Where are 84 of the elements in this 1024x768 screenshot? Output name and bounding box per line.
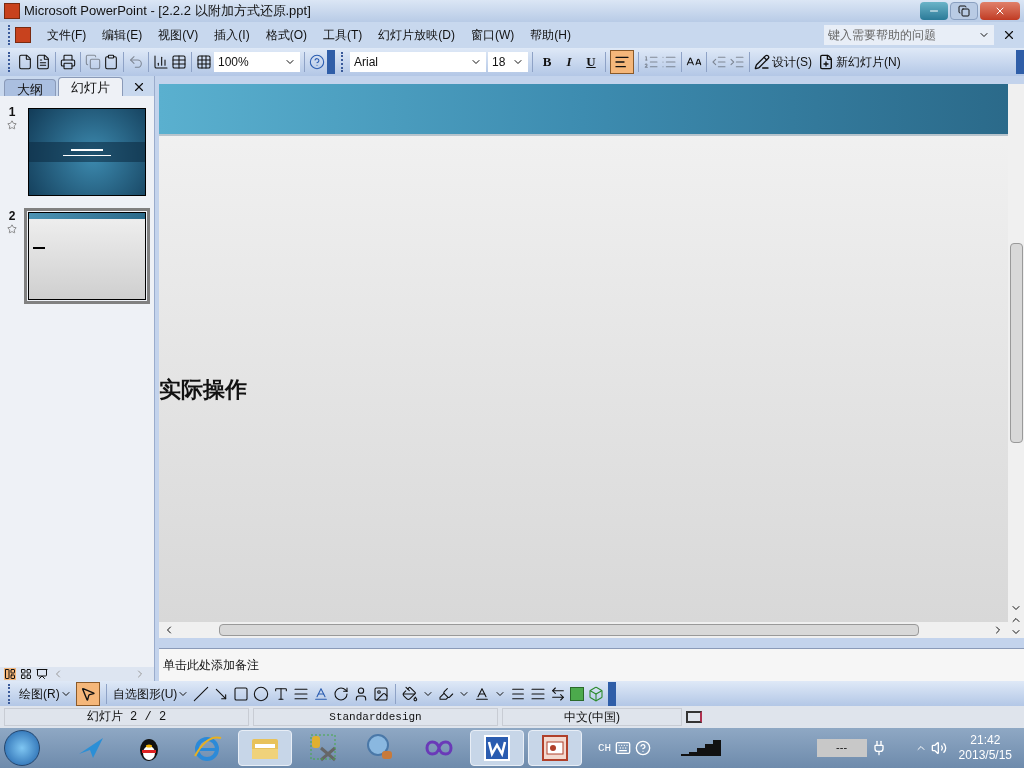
menu-item[interactable]: 幻灯片放映(D) xyxy=(370,26,463,44)
restore-icon[interactable] xyxy=(958,5,970,17)
slide-number: 2 xyxy=(8,208,16,224)
close-button[interactable] xyxy=(980,2,1020,20)
italic-button[interactable]: I xyxy=(559,52,579,72)
notes-placeholder[interactable]: 单击此处添加备注 xyxy=(163,656,259,674)
toolbar-options-handle[interactable] xyxy=(327,50,335,74)
slide-canvas[interactable]: 实际操作 xyxy=(159,84,1008,622)
toolbar-options-handle[interactable] xyxy=(1016,50,1024,74)
notes-pane[interactable]: 单击此处添加备注 xyxy=(159,648,1024,681)
toolbar-grip[interactable] xyxy=(8,25,11,45)
fill-color-icon[interactable] xyxy=(402,685,419,702)
app-icon xyxy=(4,3,20,19)
shadow-icon[interactable] xyxy=(570,686,585,701)
sorter-view-icon[interactable] xyxy=(20,668,32,680)
new-slide-icon[interactable] xyxy=(818,54,834,70)
print-icon[interactable] xyxy=(60,54,76,70)
font-size-select[interactable]: 18 xyxy=(488,52,528,72)
battery-indicator[interactable]: --- xyxy=(816,739,867,757)
signal-icon[interactable] xyxy=(679,738,724,758)
help-search-field[interactable]: 键入需要帮助的问题 xyxy=(824,25,994,45)
pencil-icon[interactable] xyxy=(754,54,770,70)
restore-button[interactable] xyxy=(950,2,978,20)
toolbar-grip[interactable] xyxy=(8,52,11,72)
menu-item[interactable]: 编辑(E) xyxy=(94,26,151,44)
close-icon[interactable] xyxy=(132,80,146,94)
scrollbar-thumb[interactable] xyxy=(1009,243,1023,443)
menu-item[interactable]: 工具(T) xyxy=(315,26,371,44)
slide-number: 1 xyxy=(8,104,16,120)
menu-item[interactable]: 视图(V) xyxy=(150,26,207,44)
tools-icon[interactable] xyxy=(307,732,339,764)
toolbar-grip[interactable] xyxy=(8,683,11,704)
status-text: Standarddesign xyxy=(253,708,498,726)
menu-item[interactable]: 文件(F) xyxy=(39,26,95,44)
minimize-button[interactable] xyxy=(920,2,948,20)
wordart-icon[interactable] xyxy=(313,685,330,702)
new-file-icon[interactable] xyxy=(17,54,33,70)
status-text: 中文(中国) xyxy=(502,708,682,726)
grid-icon[interactable] xyxy=(196,54,212,70)
star-icon xyxy=(7,224,17,234)
underline-button[interactable]: U xyxy=(581,52,601,72)
3d-style-icon[interactable] xyxy=(588,685,605,702)
start-button[interactable] xyxy=(4,730,40,766)
rectangle-icon[interactable] xyxy=(233,685,250,702)
font-select[interactable]: Arial xyxy=(350,52,486,72)
panel-tab[interactable]: 大纲 xyxy=(4,79,56,96)
presentation-app-icon[interactable] xyxy=(539,732,571,764)
menu-item[interactable]: 窗口(W) xyxy=(463,26,523,44)
scrollbar-thumb[interactable] xyxy=(219,624,919,636)
volume-icon[interactable] xyxy=(930,740,947,756)
design-button[interactable]: 设计(S) xyxy=(754,53,812,71)
menu-item[interactable]: 格式(O) xyxy=(257,26,315,44)
toolbar-options-handle[interactable] xyxy=(608,681,617,706)
status-text: 幻灯片 2 / 2 xyxy=(4,708,249,726)
document-app-icon[interactable] xyxy=(481,732,513,764)
slideshow-icon[interactable] xyxy=(36,668,48,680)
draw-menu-button[interactable]: 绘图(R) xyxy=(19,684,72,703)
text-box-icon[interactable] xyxy=(273,685,290,702)
help-icon[interactable] xyxy=(309,54,325,70)
new-slide-button[interactable]: 新幻灯片(N) xyxy=(818,53,901,71)
keyboard-icon[interactable] xyxy=(615,740,632,756)
star-icon xyxy=(7,120,17,130)
menu-item[interactable]: 帮助(H) xyxy=(522,26,579,44)
taskbar-button[interactable] xyxy=(470,730,524,766)
bold-button[interactable]: B xyxy=(537,52,557,72)
window-title: Microsoft PowerPoint - [2.2.2 以附加方式还原.ppt] xyxy=(24,2,312,21)
menu-item[interactable]: 插入(I) xyxy=(206,26,258,44)
line-color-icon[interactable] xyxy=(438,685,455,702)
autoshapes-button[interactable]: 自选图形(U) xyxy=(112,684,190,703)
normal-view-icon[interactable] xyxy=(4,668,16,680)
zoom-select[interactable]: 100% xyxy=(214,52,300,72)
close-icon[interactable] xyxy=(1002,28,1016,42)
slide-title[interactable]: 实际操作 xyxy=(159,372,247,406)
panel-tab[interactable]: 幻灯片 xyxy=(58,77,123,96)
toolbar-grip[interactable] xyxy=(341,52,344,72)
paste-icon[interactable] xyxy=(103,54,119,70)
font-color-icon[interactable] xyxy=(474,685,491,702)
chart-icon[interactable] xyxy=(153,54,169,70)
arrow-style-icon[interactable] xyxy=(550,685,567,702)
line-icon[interactable] xyxy=(193,685,210,702)
table-icon[interactable] xyxy=(171,54,187,70)
picture-icon[interactable] xyxy=(373,685,390,702)
slide-thumbnail[interactable] xyxy=(24,208,150,304)
oval-icon[interactable] xyxy=(253,685,270,702)
